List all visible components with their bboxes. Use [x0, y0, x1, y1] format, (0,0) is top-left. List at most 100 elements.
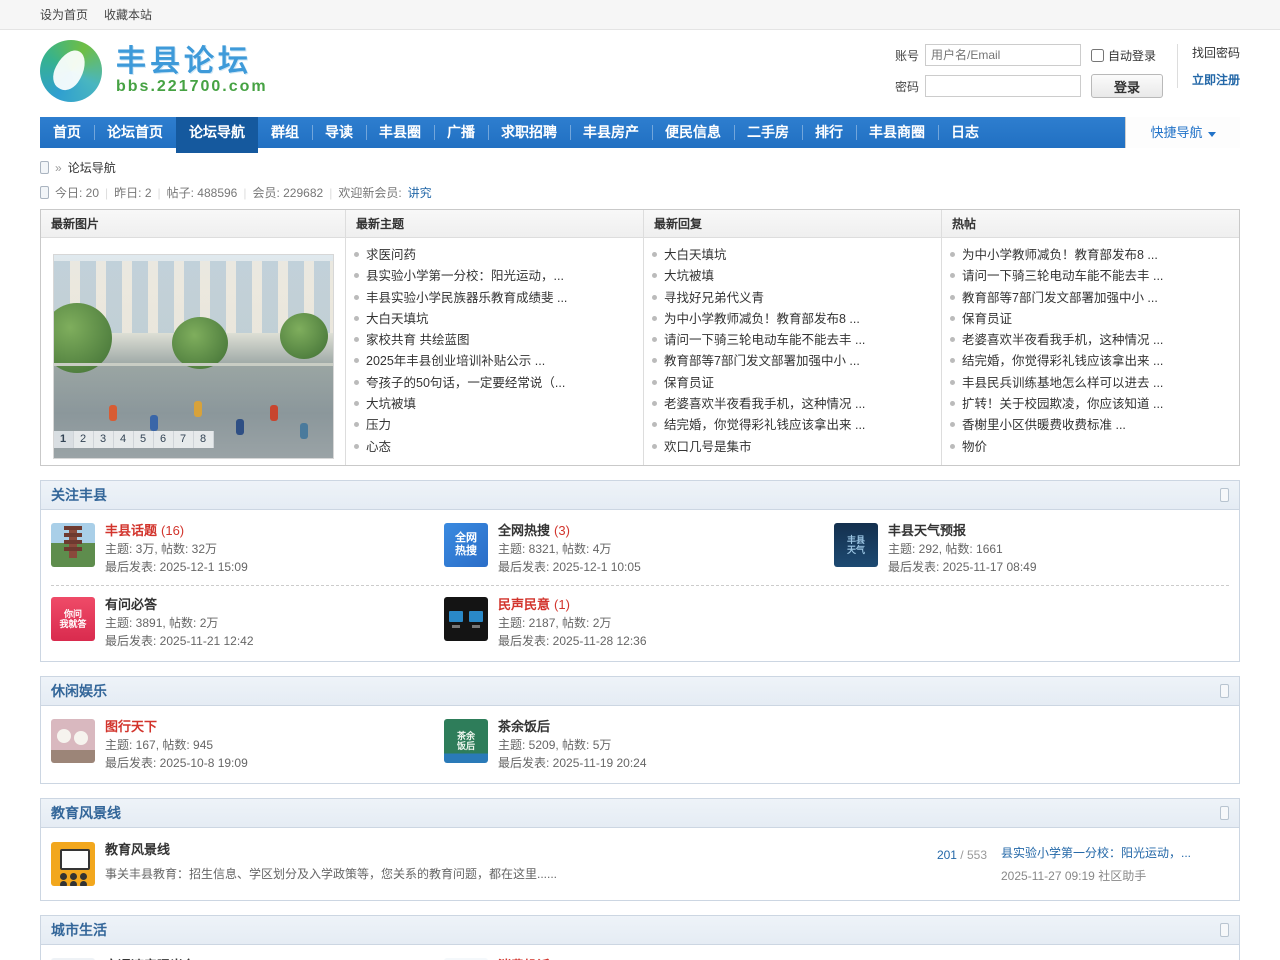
- topic-link[interactable]: 大坑被填: [652, 266, 933, 287]
- topic-link[interactable]: 压力: [354, 415, 635, 436]
- pager-3[interactable]: 3: [94, 431, 114, 448]
- pager-7[interactable]: 7: [174, 431, 194, 448]
- forum-title-link[interactable]: 有问必答: [105, 597, 157, 612]
- forum-card[interactable]: 茶余 饭后 茶余饭后 主题: 5209, 帖数: 5万 最后发表: 2025-1…: [434, 708, 824, 781]
- topic-link[interactable]: 香榭里小区供暖费收费标准 ...: [950, 415, 1231, 436]
- newest-member-link[interactable]: 讲究: [408, 184, 432, 201]
- forum-card[interactable]: 丰县 天气 丰县天气预报 主题: 292, 帖数: 1661 最后发表: 202…: [824, 512, 1239, 585]
- site-logo[interactable]: 丰县论坛 bbs.221700.com: [40, 40, 268, 102]
- forum-card[interactable]: 教育风景线 事关丰县教育：招生信息、学区划分及入学政策等，您关系的教育问题，都在…: [41, 830, 1239, 898]
- section-title[interactable]: 城市生活: [51, 916, 107, 945]
- topic-link[interactable]: 求医问药: [354, 245, 635, 266]
- collapse-icon[interactable]: [1220, 923, 1229, 937]
- topic-link[interactable]: 心态: [354, 437, 635, 458]
- bookmark-site-link[interactable]: 收藏本站: [104, 6, 152, 23]
- topic-link[interactable]: 2025年丰县创业培训补贴公示 ...: [354, 351, 635, 372]
- nav-item-blog[interactable]: 日志: [938, 117, 992, 148]
- forum-title-link[interactable]: 民声民意: [498, 597, 550, 612]
- topic-link[interactable]: 为中小学教师减负！教育部发布8 ...: [950, 245, 1231, 266]
- topic-link[interactable]: 教育部等7部门发文部署加强中小 ...: [950, 288, 1231, 309]
- nav-item-secondhand-house[interactable]: 二手房: [734, 117, 802, 148]
- topic-link[interactable]: 夸孩子的50句话，一定要经常说（...: [354, 373, 635, 394]
- home-icon[interactable]: [40, 161, 49, 174]
- account-label: 账号: [895, 47, 925, 64]
- forum-title-link[interactable]: 教育风景线: [105, 842, 170, 857]
- register-link[interactable]: 立即注册: [1192, 71, 1240, 88]
- forum-card[interactable]: 全网 热搜 全网热搜(3) 主题: 8321, 帖数: 4万 最后发表: 202…: [434, 512, 824, 585]
- login-button[interactable]: 登录: [1091, 74, 1163, 98]
- pager-8[interactable]: 8: [194, 431, 214, 448]
- pager-4[interactable]: 4: [114, 431, 134, 448]
- forum-title-link[interactable]: 图行天下: [105, 719, 157, 734]
- set-homepage-link[interactable]: 设为首页: [40, 6, 88, 23]
- topic-link[interactable]: 大白天填坑: [652, 245, 933, 266]
- pager-1[interactable]: 1: [54, 431, 74, 448]
- topic-link[interactable]: 县实验小学第一分校：阳光运动，...: [354, 266, 635, 287]
- forum-title-link[interactable]: 全网热搜: [498, 523, 550, 538]
- topic-link[interactable]: 为中小学教师减负！教育部发布8 ...: [652, 309, 933, 330]
- topic-link[interactable]: 保育员证: [950, 309, 1231, 330]
- forum-card[interactable]: 消费者 消费投诉 主题: 206, 帖数: 2721 最后发表: 2025-10…: [434, 947, 824, 960]
- latest-image-slide[interactable]: 1 2 3 4 5 6 7 8: [53, 254, 334, 459]
- forum-card[interactable]: 民声民意(1) 主题: 2187, 帖数: 2万 最后发表: 2025-11-2…: [434, 586, 824, 659]
- nav-item-business-circle[interactable]: 丰县商圈: [856, 117, 938, 148]
- nav-item-groups[interactable]: 群组: [258, 117, 312, 148]
- topic-link[interactable]: 保育员证: [652, 373, 933, 394]
- password-input[interactable]: [925, 75, 1081, 97]
- section-title[interactable]: 关注丰县: [51, 481, 107, 510]
- pager-6[interactable]: 6: [154, 431, 174, 448]
- section-title[interactable]: 教育风景线: [51, 799, 121, 828]
- forum-title-link[interactable]: 丰县话题: [105, 523, 157, 538]
- section-title[interactable]: 休闲娱乐: [51, 677, 107, 706]
- nav-item-guide[interactable]: 导读: [312, 117, 366, 148]
- forum-title-link[interactable]: 丰县天气预报: [888, 523, 966, 538]
- new-post-count: (3): [554, 523, 570, 538]
- stat-members: 会员: 229682: [252, 184, 323, 201]
- nav-item-forum-index[interactable]: 论坛首页: [94, 117, 176, 148]
- forum-counts: 201 / 553: [906, 842, 1001, 862]
- nav-item-jobs[interactable]: 求职招聘: [488, 117, 570, 148]
- breadcrumb-separator: »: [55, 161, 62, 175]
- topic-link[interactable]: 老婆喜欢半夜看我手机，这种情况 ...: [652, 394, 933, 415]
- username-input[interactable]: [925, 44, 1081, 66]
- forum-card[interactable]: 丰县话题(16) 主题: 3万, 帖数: 32万 最后发表: 2025-12-1…: [41, 512, 434, 585]
- topic-link[interactable]: 扩转！关于校园欺凌，你应该知道 ...: [950, 394, 1231, 415]
- pager-5[interactable]: 5: [134, 431, 154, 448]
- topic-link[interactable]: 大坑被填: [354, 394, 635, 415]
- nav-item-broadcast[interactable]: 广播: [434, 117, 488, 148]
- pager-2[interactable]: 2: [74, 431, 94, 448]
- logo-title: 丰县论坛: [116, 46, 268, 78]
- nav-item-convenience-info[interactable]: 便民信息: [652, 117, 734, 148]
- topic-link[interactable]: 家校共育 共绘蓝图: [354, 330, 635, 351]
- topic-link[interactable]: 老婆喜欢半夜看我手机，这种情况 ...: [950, 330, 1231, 351]
- nav-item-ranking[interactable]: 排行: [802, 117, 856, 148]
- hot-posts-list: 为中小学教师减负！教育部发布8 ... 请问一下骑三轮电动车能不能去丰 ... …: [950, 245, 1231, 458]
- nav-item-home[interactable]: 首页: [40, 117, 94, 148]
- topic-link[interactable]: 结完婚，你觉得彩礼钱应该拿出来 ...: [652, 415, 933, 436]
- topic-link[interactable]: 寻找好兄弟代义青: [652, 288, 933, 309]
- collapse-icon[interactable]: [1220, 684, 1229, 698]
- forum-card[interactable]: 你问 我就答 有问必答 主题: 3891, 帖数: 2万 最后发表: 2025-…: [41, 586, 434, 659]
- collapse-icon[interactable]: [1220, 806, 1229, 820]
- topic-link[interactable]: 欢口几号是集市: [652, 437, 933, 458]
- lastpost-meta: 2025-11-27 09:19 社区助手: [1001, 867, 1229, 884]
- forum-title-link[interactable]: 茶余饭后: [498, 719, 550, 734]
- nav-item-forum-nav[interactable]: 论坛导航: [176, 117, 258, 153]
- quick-nav-dropdown[interactable]: 快捷导航: [1125, 117, 1240, 148]
- forum-card[interactable]: 图行天下 主题: 167, 帖数: 945 最后发表: 2025-10-8 19…: [41, 708, 434, 781]
- topic-link[interactable]: 教育部等7部门发文部署加强中小 ...: [652, 351, 933, 372]
- topic-link[interactable]: 丰县民兵训练基地怎么样可以进去 ...: [950, 373, 1231, 394]
- topic-link[interactable]: 请问一下骑三轮电动车能不能去丰 ...: [950, 266, 1231, 287]
- forum-card[interactable]: 交通违章曝光台 主题: 88, 帖数: 1096 最后发表: 2025-4-11…: [41, 947, 434, 960]
- collapse-icon[interactable]: [1220, 488, 1229, 502]
- auto-login-checkbox[interactable]: [1091, 49, 1104, 62]
- topic-link[interactable]: 请问一下骑三轮电动车能不能去丰 ...: [652, 330, 933, 351]
- topic-link[interactable]: 大白天填坑: [354, 309, 635, 330]
- find-password-link[interactable]: 找回密码: [1192, 44, 1240, 61]
- topic-link[interactable]: 结完婚，你觉得彩礼钱应该拿出来 ...: [950, 351, 1231, 372]
- topic-link[interactable]: 丰县实验小学民族器乐教育成绩斐 ...: [354, 288, 635, 309]
- nav-item-realestate[interactable]: 丰县房产: [570, 117, 652, 148]
- topic-link[interactable]: 物价: [950, 437, 1231, 458]
- nav-item-fengxian-circle[interactable]: 丰县圈: [366, 117, 434, 148]
- lastpost-title-link[interactable]: 县实验小学第一分校：阳光运动，...: [1001, 844, 1229, 861]
